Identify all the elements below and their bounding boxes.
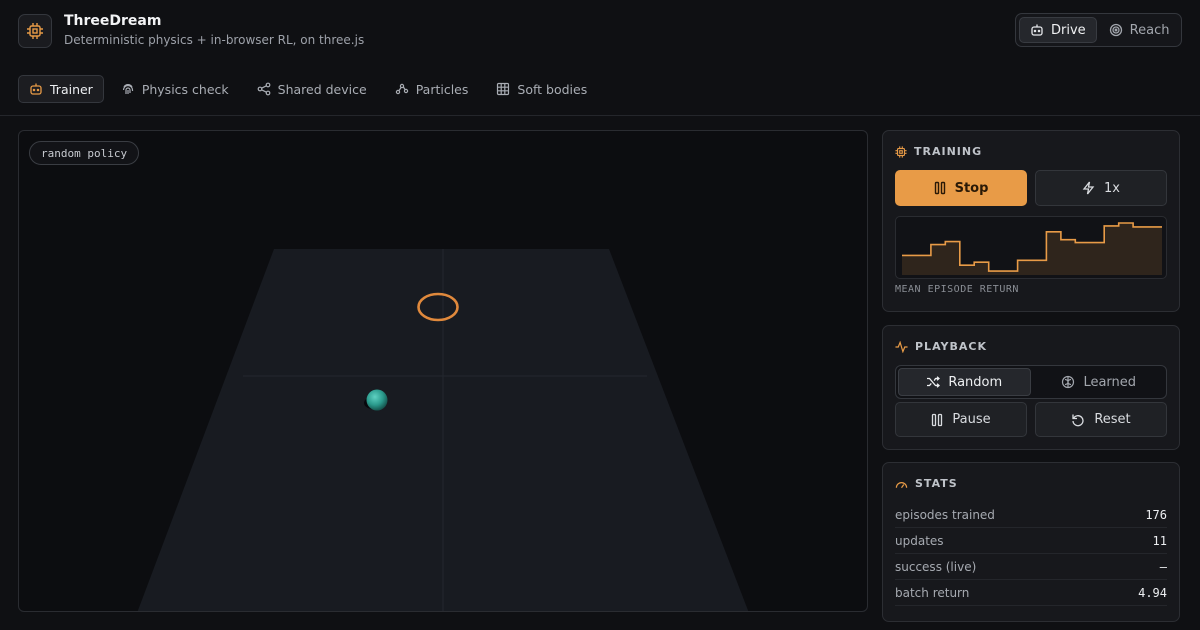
sparkline-area bbox=[902, 223, 1162, 275]
stat-label: batch return bbox=[895, 585, 970, 600]
stat-row-batch-return: batch return 4.94 bbox=[895, 580, 1167, 606]
stats-panel-title: STATS bbox=[895, 477, 958, 490]
agent-ball bbox=[366, 389, 388, 411]
stat-value: 11 bbox=[1152, 533, 1167, 548]
scene-viewport[interactable]: random policy bbox=[18, 130, 868, 612]
tab-shared-device-label: Shared device bbox=[277, 81, 367, 97]
app-title: ThreeDream bbox=[64, 13, 162, 29]
tab-soft-bodies-label: Soft bodies bbox=[517, 81, 588, 97]
target-icon bbox=[1109, 23, 1123, 37]
activity-icon bbox=[895, 340, 908, 353]
policy-selector: Random Learned bbox=[895, 365, 1167, 399]
learned-policy-button[interactable]: Learned bbox=[1034, 368, 1165, 396]
tab-shared-device[interactable]: Shared device bbox=[246, 75, 378, 103]
lightning-icon bbox=[1082, 181, 1095, 195]
tab-bar: Trainer Physics check Shared device Part… bbox=[18, 75, 598, 103]
stat-value: – bbox=[1159, 559, 1167, 574]
return-sparkline bbox=[895, 216, 1167, 279]
reset-icon bbox=[1071, 413, 1085, 427]
stats-title-text: STATS bbox=[915, 477, 958, 490]
mode-drive-button[interactable]: Drive bbox=[1019, 17, 1097, 43]
return-sparkline-chart bbox=[902, 222, 1162, 275]
stats-panel: STATS episodes trained 176 updates 11 su… bbox=[882, 462, 1180, 622]
scene-canvas[interactable] bbox=[19, 131, 868, 612]
reset-label: Reset bbox=[1094, 412, 1131, 427]
pause-icon bbox=[931, 413, 943, 427]
stop-label: Stop bbox=[954, 180, 989, 196]
mode-toggle: Drive Reach bbox=[1015, 13, 1182, 47]
stat-row-episodes: episodes trained 176 bbox=[895, 502, 1167, 528]
mode-drive-label: Drive bbox=[1051, 22, 1086, 38]
share-icon bbox=[257, 82, 271, 96]
mode-reach-button[interactable]: Reach bbox=[1099, 17, 1180, 43]
tab-physics-check[interactable]: Physics check bbox=[110, 75, 240, 103]
tab-particles-label: Particles bbox=[415, 81, 469, 97]
stat-label: success (live) bbox=[895, 559, 977, 574]
chip-icon bbox=[895, 145, 907, 158]
learned-label: Learned bbox=[1083, 374, 1137, 390]
training-title-text: TRAINING bbox=[914, 145, 983, 158]
chip-logo-icon bbox=[18, 14, 52, 48]
tab-trainer[interactable]: Trainer bbox=[18, 75, 104, 103]
training-panel-title: TRAINING bbox=[895, 145, 982, 158]
grid-icon bbox=[496, 82, 510, 96]
mode-reach-label: Reach bbox=[1129, 22, 1170, 38]
stat-label: episodes trained bbox=[895, 507, 995, 522]
tab-particles[interactable]: Particles bbox=[384, 75, 480, 103]
app-header: ThreeDream Deterministic physics + in-br… bbox=[0, 0, 1200, 64]
gauge-icon bbox=[895, 478, 908, 490]
stop-button[interactable]: Stop bbox=[895, 170, 1027, 206]
particles-icon bbox=[395, 82, 409, 96]
pause-label: Pause bbox=[952, 412, 991, 427]
robot-icon bbox=[1030, 23, 1044, 37]
playback-title-text: PLAYBACK bbox=[915, 340, 987, 353]
fingerprint-icon bbox=[121, 82, 135, 96]
random-policy-button[interactable]: Random bbox=[898, 368, 1031, 396]
speed-label: 1x bbox=[1104, 180, 1120, 196]
training-panel: TRAINING Stop 1x MEAN EPISODE RETURN bbox=[882, 130, 1180, 312]
pause-button[interactable]: Pause bbox=[895, 402, 1027, 437]
app-subtitle: Deterministic physics + in-browser RL, o… bbox=[64, 33, 365, 47]
tab-physics-check-label: Physics check bbox=[141, 81, 229, 97]
stat-row-updates: updates 11 bbox=[895, 528, 1167, 554]
header-divider bbox=[0, 115, 1200, 116]
pause-icon bbox=[934, 181, 946, 195]
policy-badge: random policy bbox=[29, 141, 140, 165]
playback-panel-title: PLAYBACK bbox=[895, 340, 987, 353]
robot-icon bbox=[29, 82, 43, 96]
stat-value: 4.94 bbox=[1138, 585, 1167, 600]
stat-label: updates bbox=[895, 533, 944, 548]
tab-soft-bodies[interactable]: Soft bodies bbox=[485, 75, 598, 103]
tab-trainer-label: Trainer bbox=[50, 81, 93, 97]
sparkline-caption: MEAN EPISODE RETURN bbox=[895, 284, 1019, 295]
brain-icon bbox=[1061, 375, 1075, 389]
reset-button[interactable]: Reset bbox=[1035, 402, 1167, 437]
random-label: Random bbox=[948, 374, 1003, 390]
stat-row-success: success (live) – bbox=[895, 554, 1167, 580]
stat-value: 176 bbox=[1145, 507, 1167, 522]
shuffle-icon bbox=[926, 376, 941, 388]
speed-button[interactable]: 1x bbox=[1035, 170, 1167, 206]
playback-panel: PLAYBACK Random Learned Pause Reset bbox=[882, 325, 1180, 450]
